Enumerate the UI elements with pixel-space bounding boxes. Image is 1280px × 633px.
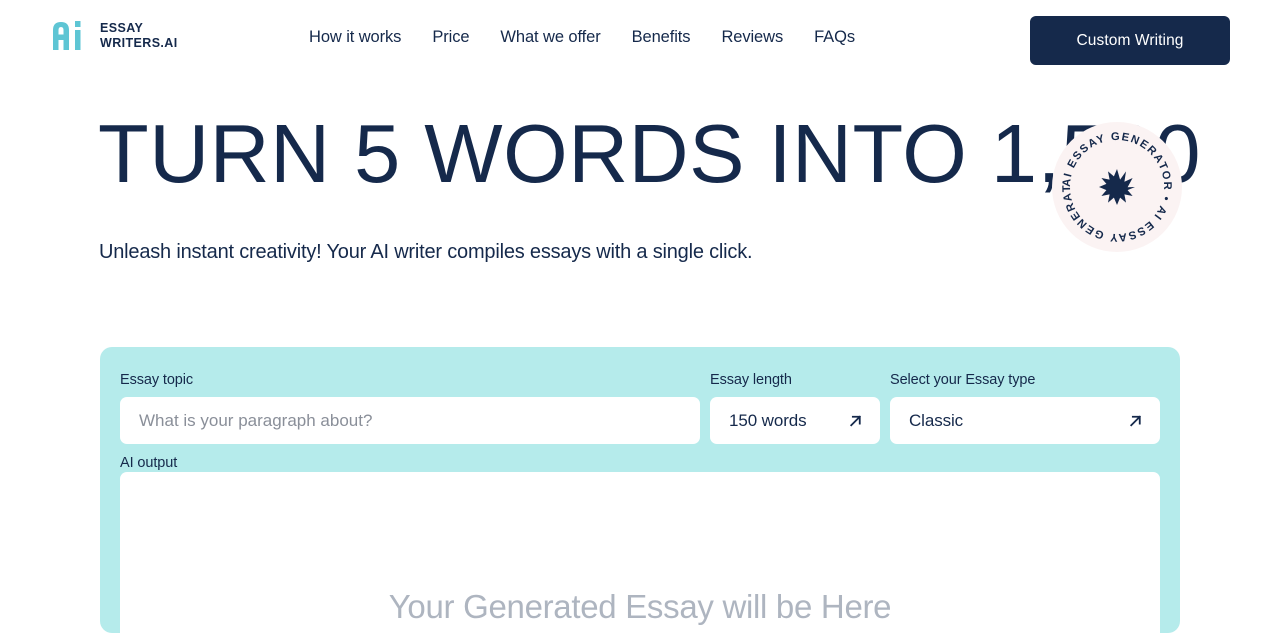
essay-type-field: Select your Essay type Classic xyxy=(890,372,1160,444)
logo-text: ESSAY WRITERS.AI xyxy=(100,21,178,51)
logo-line-1: ESSAY xyxy=(100,21,144,36)
custom-writing-button[interactable]: Custom Writing xyxy=(1030,16,1230,65)
page-root: ESSAY WRITERS.AI How it works Price What… xyxy=(0,0,1280,633)
generator-fields-row: Essay topic Essay length 150 words Selec… xyxy=(120,372,1160,444)
arrow-up-right-icon xyxy=(849,414,862,427)
badge-circular-text: AI ESSAY GENERATOR • AI ESSAY GENERATOR … xyxy=(1052,122,1172,243)
ai-output-box[interactable]: Your Generated Essay will be Here xyxy=(120,472,1160,633)
nav-item-reviews[interactable]: Reviews xyxy=(721,28,783,47)
essay-length-field: Essay length 150 words xyxy=(710,372,880,444)
essay-topic-field: Essay topic xyxy=(120,372,700,444)
essay-length-value: 150 words xyxy=(729,410,807,430)
hero-subtitle: Unleash instant creativity! Your AI writ… xyxy=(99,241,753,263)
sparkle-star-icon xyxy=(1099,169,1135,205)
essay-length-select[interactable]: 150 words xyxy=(710,397,880,444)
ai-essay-generator-badge: AI ESSAY GENERATOR • AI ESSAY GENERATOR … xyxy=(1052,122,1182,252)
essay-topic-input[interactable] xyxy=(120,397,700,444)
nav-item-price[interactable]: Price xyxy=(432,28,469,47)
logo[interactable]: ESSAY WRITERS.AI xyxy=(50,16,178,56)
site-header: ESSAY WRITERS.AI How it works Price What… xyxy=(0,0,1280,80)
ai-output-placeholder: Your Generated Essay will be Here xyxy=(388,588,892,625)
nav-item-what-we-offer[interactable]: What we offer xyxy=(500,28,600,47)
nav-item-benefits[interactable]: Benefits xyxy=(632,28,691,47)
ai-output-section: AI output Your Generated Essay will be H… xyxy=(120,454,1160,633)
essay-type-select[interactable]: Classic xyxy=(890,397,1160,444)
essay-type-value: Classic xyxy=(909,410,964,430)
main-navigation: How it works Price What we offer Benefit… xyxy=(309,28,855,47)
essay-type-label: Select your Essay type xyxy=(890,372,1036,388)
arrow-up-right-icon xyxy=(1129,414,1142,427)
nav-item-faqs[interactable]: FAQs xyxy=(814,28,855,47)
essay-topic-label: Essay topic xyxy=(120,372,194,388)
nav-item-how-it-works[interactable]: How it works xyxy=(309,28,401,47)
essay-generator-panel: Essay topic Essay length 150 words Selec… xyxy=(100,347,1180,633)
logo-line-2: WRITERS.AI xyxy=(100,36,178,50)
essay-length-label: Essay length xyxy=(710,372,792,388)
ai-output-label: AI output xyxy=(120,455,178,471)
page-title: TURN 5 WORDS INTO 1,500 xyxy=(98,107,1202,200)
ai-monogram-icon xyxy=(53,21,81,50)
